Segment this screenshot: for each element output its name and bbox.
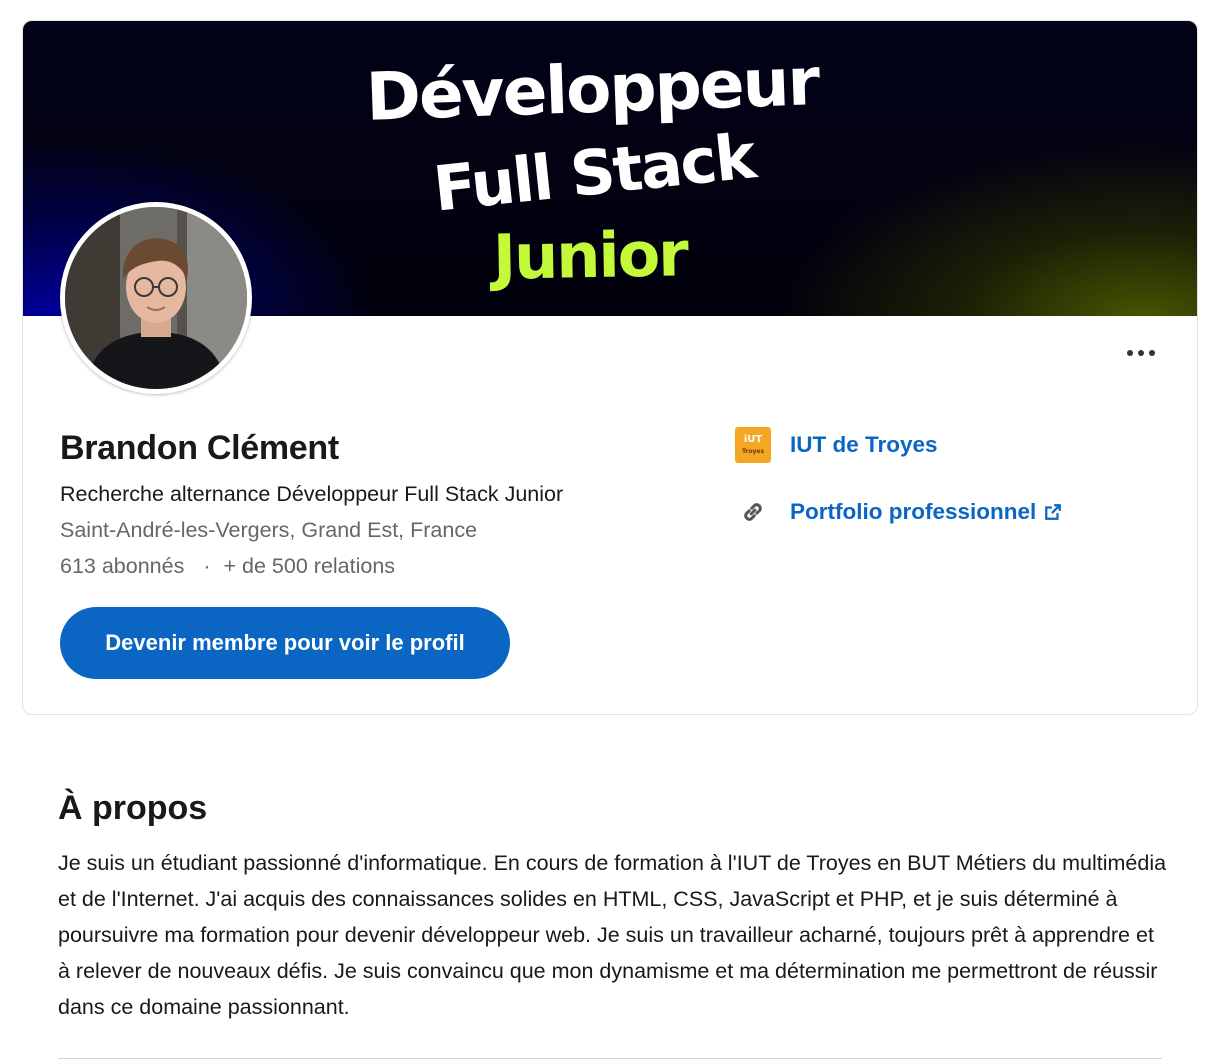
school-logo-subtext: Troyes — [741, 448, 765, 455]
more-options-button[interactable] — [1119, 339, 1163, 367]
banner-title-line-1: Développeur — [364, 43, 820, 136]
join-to-view-profile-button[interactable]: Devenir membre pour voir le profil — [60, 607, 510, 679]
section-divider — [58, 1058, 1162, 1059]
avatar[interactable] — [60, 202, 252, 394]
school-link[interactable]: iUT Troyes IUT de Troyes — [735, 427, 938, 463]
external-link-icon — [1044, 503, 1062, 521]
about-section-title: À propos — [58, 789, 208, 827]
profile-headline: Recherche alternance Développeur Full St… — [60, 482, 564, 506]
more-dot-icon — [1149, 350, 1155, 356]
portfolio-link[interactable]: Portfolio professionnel — [735, 494, 1062, 530]
profile-stats: 613 abonnés · + de 500 relations — [60, 554, 395, 579]
followers-count: 613 abonnés — [60, 554, 185, 578]
school-logo-text: iUT — [743, 434, 763, 445]
link-icon — [735, 494, 771, 530]
profile-name: Brandon Clément — [60, 429, 339, 467]
more-dot-icon — [1138, 350, 1144, 356]
school-logo: iUT Troyes — [735, 427, 771, 463]
about-section-text: Je suis un étudiant passionné d'informat… — [58, 851, 1167, 1019]
profile-location: Saint-André-les-Vergers, Grand Est, Fran… — [60, 518, 478, 542]
stats-separator: · — [203, 554, 211, 578]
connections-count: + de 500 relations — [223, 554, 396, 578]
banner-title-line-3: Junior — [492, 217, 688, 294]
more-dot-icon — [1127, 350, 1133, 356]
profile-card: Développeur Full Stack Junior Brandon Cl… — [22, 20, 1198, 715]
portfolio-link-label: Portfolio professionnel — [790, 499, 1037, 524]
banner-title-line-2: Full Stack — [430, 119, 758, 226]
school-link-label: IUT de Troyes — [790, 432, 938, 457]
